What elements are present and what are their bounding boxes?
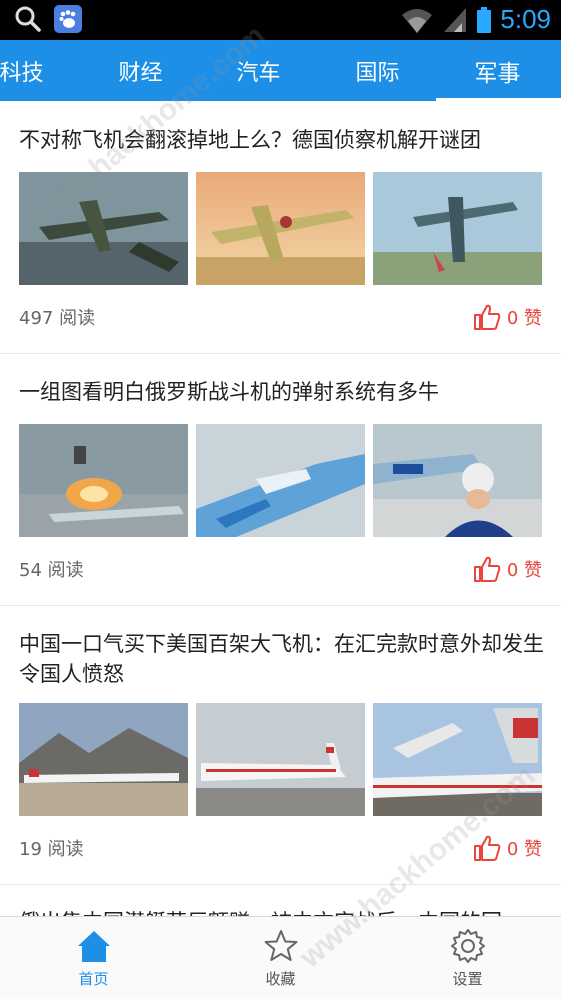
article-thumbnail[interactable] xyxy=(196,703,365,816)
article-thumbnail[interactable] xyxy=(196,172,365,285)
thumbs-up-icon xyxy=(473,556,501,582)
nav-favorites[interactable]: 收藏 xyxy=(187,917,374,999)
status-bar: 5:09 xyxy=(0,0,561,40)
article-title[interactable]: 中国一口气买下美国百架大飞机：在汇完款时意外却发生令国人愤怒 xyxy=(19,629,549,689)
article-thumbnail[interactable] xyxy=(373,703,542,816)
clock-time: 5:09 xyxy=(500,4,551,34)
read-count: 54 阅读 xyxy=(19,560,84,581)
article-thumbnail[interactable] xyxy=(19,172,188,285)
nav-home-label: 首页 xyxy=(78,970,109,988)
article-title[interactable]: 一组图看明白俄罗斯战斗机的弹射系统有多牛 xyxy=(19,377,549,407)
like-button[interactable]: 0 赞 xyxy=(473,304,542,330)
article-thumbnail[interactable] xyxy=(19,703,188,816)
article-thumbnail[interactable] xyxy=(373,172,542,285)
article-thumbnail[interactable] xyxy=(196,424,365,537)
news-feed[interactable]: 不对称飞机会翻滚掉地上么？德国侦察机解开谜团 497 阅读 0 赞 一组图看明白… xyxy=(0,101,561,916)
category-tab-bar: 科技 财经 汽车 国际 军事 xyxy=(0,40,561,101)
like-count: 0 赞 xyxy=(506,308,542,329)
signal-icon xyxy=(444,7,467,32)
article-card[interactable]: 一组图看明白俄罗斯战斗机的弹射系统有多牛 54 阅读 0 赞 xyxy=(0,354,561,606)
article-thumbnail[interactable] xyxy=(19,424,188,537)
thumbs-up-icon xyxy=(473,835,501,861)
bottom-navigation: 首页 收藏 设置 xyxy=(0,916,561,999)
like-count: 0 赞 xyxy=(506,839,542,860)
like-count: 0 赞 xyxy=(506,560,542,581)
article-thumbnail[interactable] xyxy=(373,424,542,537)
article-title[interactable]: 俄出售中国潜艇获巨额赚，被中方实战后，中国的回 xyxy=(19,907,549,916)
search-icon[interactable] xyxy=(14,5,42,33)
tab-tech[interactable]: 科技 xyxy=(0,40,81,101)
article-title[interactable]: 不对称飞机会翻滚掉地上么？德国侦察机解开谜团 xyxy=(19,125,549,155)
battery-icon xyxy=(477,6,492,33)
baidu-app-icon xyxy=(54,5,82,33)
nav-settings-label: 设置 xyxy=(452,970,483,988)
wifi-icon xyxy=(402,8,433,33)
home-icon xyxy=(77,931,110,962)
gear-icon xyxy=(450,929,485,963)
nav-settings[interactable]: 设置 xyxy=(374,917,561,999)
tab-finance[interactable]: 财经 xyxy=(81,40,200,101)
article-card[interactable]: 中国一口气买下美国百架大飞机：在汇完款时意外却发生令国人愤怒 19 阅读 0 赞 xyxy=(0,606,561,885)
tab-international[interactable]: 国际 xyxy=(318,40,437,101)
article-card[interactable]: 俄出售中国潜艇获巨额赚，被中方实战后，中国的回 xyxy=(0,885,561,916)
like-button[interactable]: 0 赞 xyxy=(473,835,542,861)
read-count: 497 阅读 xyxy=(19,308,96,329)
read-count: 19 阅读 xyxy=(19,839,84,860)
like-button[interactable]: 0 赞 xyxy=(473,556,542,582)
tab-military[interactable]: 军事 xyxy=(438,40,557,101)
star-icon xyxy=(264,930,297,961)
tab-auto[interactable]: 汽车 xyxy=(199,40,318,101)
thumbs-up-icon xyxy=(473,304,501,330)
nav-home[interactable]: 首页 xyxy=(0,917,187,999)
nav-favorites-label: 收藏 xyxy=(265,970,296,988)
article-card[interactable]: 不对称飞机会翻滚掉地上么？德国侦察机解开谜团 497 阅读 0 赞 xyxy=(0,101,561,354)
